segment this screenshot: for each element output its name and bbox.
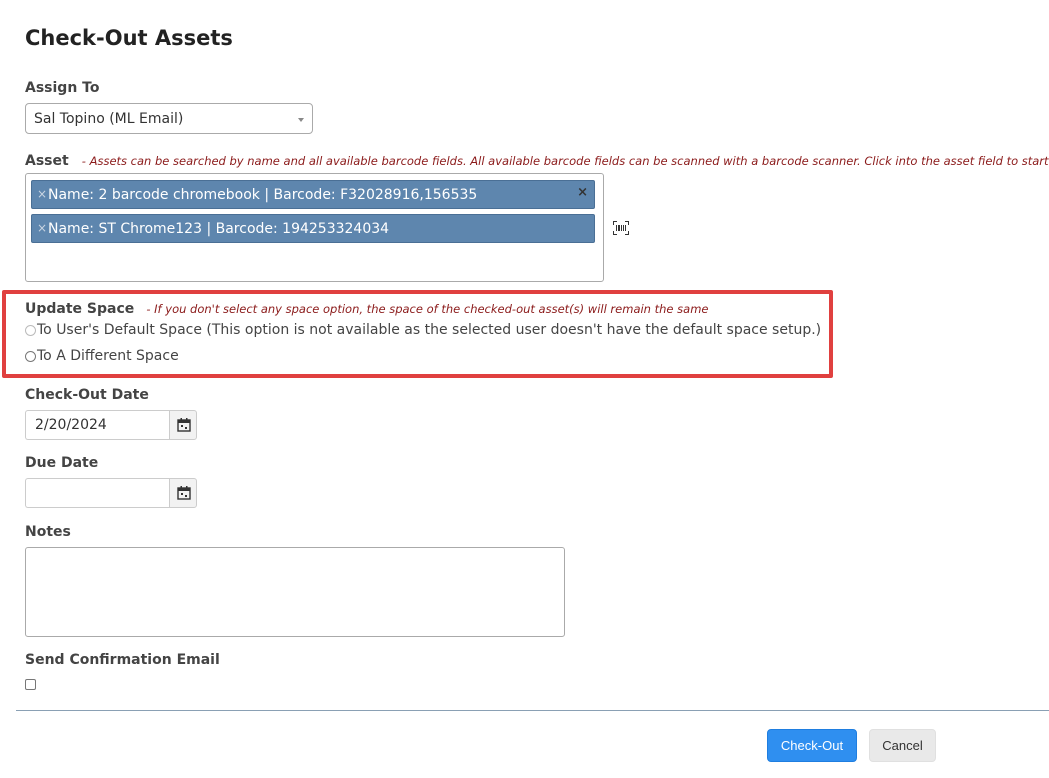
- tag-remove-icon[interactable]: ×: [37, 187, 47, 201]
- assign-to-label: Assign To: [25, 80, 100, 96]
- assign-to-select[interactable]: Sal Topino (ML Email): [25, 103, 313, 134]
- barcode-icon[interactable]: [613, 220, 629, 235]
- checkout-date-group: 2/20/2024: [25, 410, 197, 440]
- notes-label: Notes: [25, 524, 71, 540]
- radio-default-space: [25, 324, 36, 336]
- update-space-hint: - If you don't select any space option, …: [146, 302, 709, 316]
- asset-tag-text: Name: 2 barcode chromebook | Barcode: F3…: [48, 187, 478, 203]
- checkout-date-label: Check-Out Date: [25, 387, 149, 403]
- asset-label-row: Asset - Assets can be searched by name a…: [25, 150, 1049, 169]
- page-title: Check-Out Assets: [25, 26, 233, 50]
- due-date-picker-button[interactable]: [169, 478, 197, 508]
- asset-tag: × Name: 2 barcode chromebook | Barcode: …: [31, 180, 595, 209]
- clear-all-icon[interactable]: ×: [577, 185, 588, 200]
- radio-option-different-space[interactable]: To A Different Space: [25, 348, 179, 364]
- checkout-button[interactable]: Check-Out: [767, 729, 857, 762]
- footer-divider: [16, 710, 1049, 711]
- checkout-date-input[interactable]: 2/20/2024: [25, 410, 169, 440]
- checkout-date-value: 2/20/2024: [35, 417, 107, 433]
- checkout-date-picker-button[interactable]: [169, 410, 197, 440]
- asset-tag-text: Name: ST Chrome123 | Barcode: 1942533240…: [48, 221, 390, 237]
- tag-remove-icon[interactable]: ×: [37, 221, 47, 235]
- chevron-down-icon: [298, 118, 304, 122]
- confirmation-checkbox[interactable]: [25, 679, 36, 690]
- asset-multiselect[interactable]: × Name: 2 barcode chromebook | Barcode: …: [25, 173, 604, 282]
- radio-different-space-label[interactable]: To A Different Space: [37, 348, 179, 364]
- due-date-input[interactable]: [25, 478, 169, 508]
- update-space-label-row: Update Space - If you don't select any s…: [25, 298, 708, 317]
- calendar-icon: [177, 418, 191, 432]
- update-space-label: Update Space: [25, 301, 135, 317]
- radio-default-space-label: To User's Default Space (This option is …: [37, 322, 822, 338]
- confirmation-label: Send Confirmation Email: [25, 652, 220, 668]
- notes-textarea[interactable]: [25, 547, 565, 637]
- asset-hint: - Assets can be searched by name and all…: [81, 154, 1049, 168]
- due-date-label: Due Date: [25, 455, 99, 471]
- radio-option-default-space: To User's Default Space (This option is …: [25, 322, 821, 338]
- calendar-icon: [177, 486, 191, 500]
- due-date-group: [25, 478, 197, 508]
- cancel-button[interactable]: Cancel: [869, 729, 936, 762]
- asset-tag: × Name: ST Chrome123 | Barcode: 19425332…: [31, 214, 595, 243]
- assign-to-selected-value: Sal Topino (ML Email): [34, 111, 184, 127]
- radio-different-space[interactable]: [25, 350, 36, 362]
- asset-label: Asset: [25, 153, 69, 169]
